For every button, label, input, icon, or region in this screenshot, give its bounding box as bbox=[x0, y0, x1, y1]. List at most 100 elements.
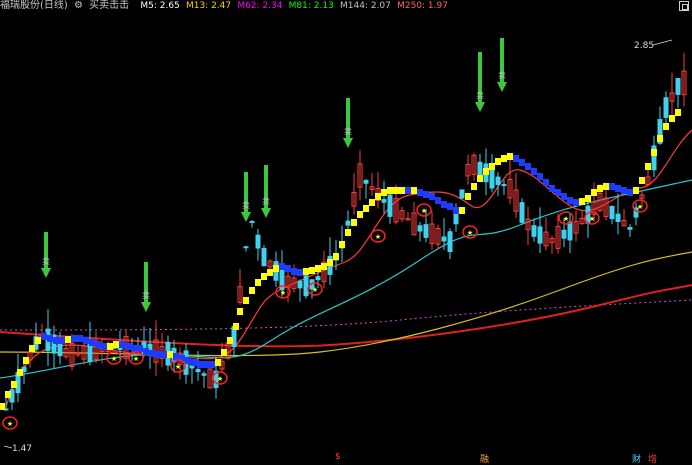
step-up-block bbox=[233, 323, 239, 330]
ma-short-red-line bbox=[4, 129, 692, 411]
step-up-block bbox=[645, 163, 651, 170]
step-up-block bbox=[399, 187, 405, 194]
candle-body bbox=[315, 276, 321, 281]
step-down-block bbox=[543, 179, 549, 186]
step-up-block bbox=[261, 273, 267, 280]
stock-chart[interactable]: ★★ ★★★★ ★★★★★ ★★卖卖卖 卖卖卖卖2.851.47 bbox=[0, 0, 692, 465]
step-down-block bbox=[297, 269, 303, 276]
down-arrow-icon bbox=[41, 232, 51, 278]
step-up-block bbox=[107, 343, 113, 350]
gear-icon[interactable]: ⚙ bbox=[74, 0, 83, 11]
sell-label: 卖 bbox=[476, 91, 484, 100]
step-down-block bbox=[59, 337, 65, 344]
step-down-block bbox=[435, 197, 441, 204]
fullscreen-icon[interactable] bbox=[679, 1, 689, 11]
step-up-block bbox=[221, 349, 227, 356]
step-up-block bbox=[669, 115, 675, 122]
candle-body bbox=[627, 227, 633, 230]
marker-rong: 融 bbox=[480, 455, 490, 465]
step-up-block bbox=[585, 195, 591, 202]
candle-body bbox=[243, 246, 249, 249]
step-down-block bbox=[203, 361, 209, 368]
low-price-leader bbox=[3, 445, 13, 449]
step-up-block bbox=[249, 287, 255, 294]
marker-cai: 财 bbox=[632, 455, 642, 465]
step-down-block bbox=[191, 359, 197, 366]
candle-body bbox=[381, 199, 387, 203]
star-icon: ★ bbox=[589, 215, 595, 223]
step-up-block bbox=[215, 359, 221, 366]
step-up-block bbox=[321, 263, 327, 270]
step-up-block bbox=[23, 357, 29, 364]
candle-body bbox=[531, 225, 537, 237]
step-down-block bbox=[519, 159, 525, 166]
step-up-block bbox=[477, 175, 483, 182]
candle-body bbox=[501, 184, 507, 187]
step-up-block bbox=[267, 269, 273, 276]
step-down-block bbox=[173, 353, 179, 360]
step-down-block bbox=[137, 345, 143, 352]
step-down-block bbox=[131, 345, 137, 352]
ma-readout-m62: M62: 2.34 bbox=[237, 1, 283, 11]
candle-body bbox=[609, 205, 615, 220]
step-down-block bbox=[119, 341, 125, 348]
step-up-block bbox=[0, 403, 5, 410]
candle-body bbox=[303, 275, 309, 297]
down-arrow-icon bbox=[343, 98, 353, 148]
step-up-block bbox=[273, 265, 279, 272]
candle-body bbox=[615, 213, 621, 222]
star-icon: ★ bbox=[111, 355, 117, 363]
step-down-block bbox=[405, 187, 411, 194]
step-up-block bbox=[35, 337, 41, 344]
step-down-block bbox=[161, 351, 167, 358]
step-up-block bbox=[471, 183, 477, 190]
step-up-block bbox=[327, 259, 333, 266]
step-up-block bbox=[483, 168, 489, 175]
candle-body bbox=[519, 202, 525, 223]
candle-body bbox=[249, 220, 255, 223]
step-up-block bbox=[351, 219, 357, 226]
candle-body bbox=[561, 229, 567, 239]
candle-body bbox=[459, 189, 465, 199]
star-icon: ★ bbox=[312, 286, 318, 294]
low-price-label: 1.47 bbox=[12, 444, 32, 454]
candle-body bbox=[363, 179, 369, 184]
step-down-block bbox=[549, 185, 555, 192]
chart-title: 福瑞股份(日线) bbox=[0, 0, 68, 11]
indicator-name[interactable]: 买卖击击 bbox=[89, 0, 129, 11]
step-up-block bbox=[657, 135, 663, 142]
step-up-block bbox=[339, 241, 345, 248]
down-arrow-icon bbox=[475, 52, 485, 112]
step-down-block bbox=[417, 189, 423, 196]
step-down-block bbox=[71, 335, 77, 342]
step-up-block bbox=[597, 185, 603, 192]
step-down-block bbox=[537, 173, 543, 180]
candle-body bbox=[477, 161, 483, 176]
step-down-block bbox=[291, 268, 297, 275]
down-arrow-icon bbox=[241, 172, 251, 222]
ma-readout-m250: M250: 1.97 bbox=[397, 1, 448, 11]
step-down-block bbox=[441, 201, 447, 208]
marker-dollar: $ bbox=[335, 452, 341, 462]
candle-body bbox=[447, 231, 453, 252]
step-down-block bbox=[77, 335, 83, 342]
step-down-block bbox=[95, 341, 101, 348]
step-up-block bbox=[29, 345, 35, 352]
sell-label: 卖 bbox=[42, 257, 50, 266]
step-down-block bbox=[185, 357, 191, 364]
step-down-block bbox=[155, 351, 161, 358]
step-down-block bbox=[453, 207, 459, 214]
star-icon: ★ bbox=[467, 229, 473, 237]
step-down-block bbox=[149, 350, 155, 357]
step-up-block bbox=[369, 199, 375, 206]
step-down-block bbox=[513, 155, 519, 162]
step-up-block bbox=[345, 229, 351, 236]
ma-readout-m5: M5: 2.65 bbox=[140, 1, 180, 11]
candle-body bbox=[195, 369, 201, 373]
step-down-block bbox=[41, 333, 47, 340]
step-down-block bbox=[47, 335, 53, 342]
step-up-block bbox=[333, 253, 339, 260]
step-down-block bbox=[573, 199, 579, 206]
step-up-block bbox=[579, 198, 585, 205]
sell-label: 卖 bbox=[262, 197, 270, 206]
